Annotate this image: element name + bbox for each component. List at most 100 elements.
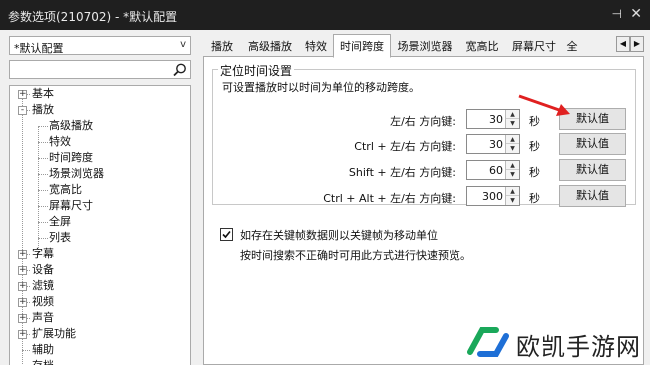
- tree-item-label: 设备: [32, 263, 54, 276]
- tree-expander-icon[interactable]: +: [18, 314, 27, 323]
- tree-item-9[interactable]: 列表: [49, 230, 71, 246]
- default-value-button[interactable]: 默认值: [559, 133, 626, 155]
- stepper-up-icon[interactable]: ▲: [506, 135, 519, 144]
- tab-label: 时间跨度: [340, 40, 384, 53]
- stepper-buttons: ▲ ▼: [505, 187, 519, 205]
- tab-4[interactable]: 场景浏览器: [391, 36, 459, 57]
- tree-expander-icon[interactable]: +: [18, 282, 27, 291]
- tab-7[interactable]: 全: [563, 36, 581, 57]
- group-title: 定位时间设置: [218, 62, 295, 79]
- tree-item-14[interactable]: 声音: [32, 310, 54, 326]
- tab-2[interactable]: 特效: [299, 36, 333, 57]
- tab-scroll-right-button[interactable]: ▶: [630, 36, 644, 52]
- window-title: 参数选项(210702) - *默认配置: [8, 10, 178, 24]
- stepper-up-icon[interactable]: ▲: [506, 187, 519, 196]
- default-value-button[interactable]: 默认值: [559, 108, 626, 130]
- settings-tree[interactable]: + 基本 - 播放 高级播放 特效 时间跨度 场景浏览器宽高比屏幕尺寸 全屏列表 + 字幕 + 设备 + 滤…: [9, 85, 191, 365]
- tree-item-label: 声音: [32, 311, 54, 324]
- tab-label: 宽高比: [465, 40, 499, 53]
- tree-item-16[interactable]: 辅助: [32, 342, 54, 358]
- preset-dropdown[interactable]: *默认配置 v: [9, 36, 191, 55]
- tree-item-label: 宽高比: [49, 183, 82, 196]
- stepper-up-icon[interactable]: ▲: [506, 161, 519, 170]
- tab-label: 高级播放: [248, 40, 292, 53]
- stepper-down-icon[interactable]: ▼: [506, 144, 519, 153]
- tab-5[interactable]: 宽高比: [459, 36, 505, 57]
- unit-label: 秒: [529, 115, 540, 128]
- keyframe-checkbox-label[interactable]: 如存在关键帧数据则以关键帧为移动单位: [240, 227, 438, 243]
- tree-item-11[interactable]: 设备: [32, 262, 54, 278]
- button-label: 默认值: [576, 137, 609, 150]
- tree-item-13[interactable]: 视频: [32, 294, 54, 310]
- stepper-buttons: ▲ ▼: [505, 110, 519, 128]
- shortcut-label: Ctrl + 左/右 方向键:: [354, 140, 456, 153]
- search-icon[interactable]: [172, 62, 188, 78]
- tree-item-7[interactable]: 屏幕尺寸: [49, 198, 93, 214]
- tab-0[interactable]: 播放: [203, 36, 241, 57]
- stepper-value[interactable]: 60: [489, 164, 503, 177]
- tree-item-label: 视频: [32, 295, 54, 308]
- tree-item-label: 存档: [32, 359, 54, 365]
- tab-label: 全: [566, 40, 578, 53]
- tree-expander-icon[interactable]: +: [18, 250, 27, 259]
- tree-item-label: 场景浏览器: [49, 167, 104, 180]
- tab-label: 特效: [305, 40, 327, 53]
- default-value-button[interactable]: 默认值: [559, 185, 626, 207]
- tree-item-1[interactable]: 播放: [32, 102, 54, 118]
- stepper-value[interactable]: 300: [482, 190, 503, 203]
- tree-item-3[interactable]: 特效: [49, 134, 71, 150]
- button-label: 默认值: [576, 112, 609, 125]
- tree-expander-icon[interactable]: -: [18, 106, 27, 115]
- stepper-down-icon[interactable]: ▼: [506, 196, 519, 205]
- tree-item-label: 滤镜: [32, 279, 54, 292]
- seconds-stepper[interactable]: 30 ▲ ▼: [466, 109, 520, 129]
- tab-3[interactable]: 时间跨度: [333, 34, 391, 58]
- stepper-down-icon[interactable]: ▼: [506, 119, 519, 128]
- tree-item-8[interactable]: 全屏: [49, 214, 71, 230]
- stepper-down-icon[interactable]: ▼: [506, 170, 519, 179]
- tree-expander-icon[interactable]: +: [18, 298, 27, 307]
- keyframe-hint: 按时间搜索不正确时可用此方式进行快速预览。: [240, 249, 471, 262]
- tree-item-12[interactable]: 滤镜: [32, 278, 54, 294]
- unit-label: 秒: [529, 140, 540, 153]
- tree-item-label: 辅助: [32, 343, 54, 356]
- dialog-client: *默认配置 v + 基本 - 播放 高级播放 特效 时间跨度 场景浏览器 宽高比 屏幕尺寸 全屏 列表…: [0, 30, 650, 365]
- tab-scroll-left-button[interactable]: ◀: [616, 36, 630, 52]
- tab-6[interactable]: 屏幕尺寸: [505, 36, 563, 57]
- tree-item-15[interactable]: 扩展功能: [32, 326, 76, 342]
- tree-item-label: 全屏: [49, 215, 71, 228]
- pin-icon[interactable]: ⊣: [612, 7, 622, 21]
- watermark-logo-icon: [467, 327, 509, 357]
- stepper-buttons: ▲ ▼: [505, 135, 519, 153]
- seconds-stepper[interactable]: 30 ▲ ▼: [466, 134, 520, 154]
- tree-item-10[interactable]: 字幕: [32, 246, 54, 262]
- seconds-stepper[interactable]: 60 ▲ ▼: [466, 160, 520, 180]
- stepper-value[interactable]: 30: [489, 113, 503, 126]
- tree-item-0[interactable]: 基本: [32, 86, 54, 102]
- tree-expander-icon[interactable]: +: [18, 330, 27, 339]
- tree-expander-icon[interactable]: +: [18, 90, 27, 99]
- tree-expander-icon[interactable]: +: [18, 266, 27, 275]
- tab-1[interactable]: 高级播放: [241, 36, 299, 57]
- tree-item-2[interactable]: 高级播放: [49, 118, 93, 134]
- group-description: 可设置播放时以时间为单位的移动跨度。: [222, 81, 420, 94]
- tree-item-6[interactable]: 宽高比: [49, 182, 82, 198]
- keyframe-checkbox[interactable]: [220, 228, 233, 241]
- shortcut-label: Ctrl + Alt + 左/右 方向键:: [323, 192, 456, 205]
- chevron-left-icon: ◀: [619, 39, 627, 48]
- shortcut-label: 左/右 方向键:: [390, 115, 456, 128]
- default-value-button[interactable]: 默认值: [559, 159, 626, 181]
- close-icon[interactable]: ✕: [630, 6, 642, 22]
- search-input[interactable]: [9, 60, 191, 79]
- stepper-value[interactable]: 30: [489, 138, 503, 151]
- tree-item-4[interactable]: 时间跨度: [49, 150, 93, 166]
- unit-label: 秒: [529, 192, 540, 205]
- tree-item-label: 基本: [32, 87, 54, 100]
- seconds-stepper[interactable]: 300 ▲ ▼: [466, 186, 520, 206]
- stepper-up-icon[interactable]: ▲: [506, 110, 519, 119]
- tree-item-5[interactable]: 场景浏览器: [49, 166, 104, 182]
- tree-item-17[interactable]: 存档: [32, 358, 54, 365]
- tab-label: 场景浏览器: [397, 40, 453, 53]
- checkmark-icon: [222, 230, 231, 239]
- watermark: 欧凯手游网: [466, 322, 640, 362]
